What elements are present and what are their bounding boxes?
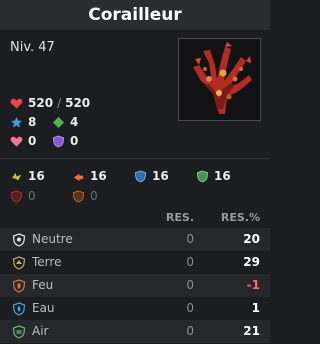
fire-damage-value: 16: [90, 169, 107, 183]
hp-row: 520 / 520: [10, 96, 90, 110]
fire-damage-stat: 16: [72, 169, 134, 183]
water-shield-value: 16: [152, 169, 169, 183]
element-res: 0: [186, 232, 194, 246]
fire-icon: [12, 279, 26, 293]
element-res: 0: [186, 324, 194, 338]
element-res-pct: 20: [243, 232, 260, 246]
resistance-mods-row-1: 16 16 16 16: [10, 166, 260, 186]
title-bar: Corailleur: [0, 0, 270, 30]
water-shield-icon: [134, 170, 147, 182]
purple-shield-icon: [52, 135, 65, 147]
air-shield-value: 16: [214, 169, 231, 183]
monster-portrait: [178, 38, 261, 121]
mp-stat: 4: [52, 115, 94, 129]
shield-purple-stat: 0: [52, 134, 94, 148]
air-shield-stat: 16: [196, 169, 258, 183]
table-row: Feu 0 -1: [0, 274, 270, 297]
element-name: Terre: [32, 255, 62, 269]
earth-damage-stat: 16: [10, 169, 72, 183]
neutral-shield-icon: [10, 190, 23, 202]
neutral-icon: [12, 233, 26, 247]
fire-damage-icon: [73, 173, 84, 181]
fire-shield-icon: [72, 190, 85, 202]
ap-mp-row: 8 4: [10, 115, 94, 129]
hp-current: 520: [28, 96, 54, 110]
neutral-shield-stat: 0: [10, 189, 72, 203]
table-row: Air 0 21: [0, 320, 270, 343]
column-res-header: RES.: [165, 211, 194, 224]
hp-max: 520: [65, 96, 91, 110]
water-icon: [12, 302, 26, 316]
earth-damage-icon: [11, 172, 22, 180]
ap-stat: 8: [10, 115, 52, 129]
resistance-table-header: RES. RES.%: [0, 206, 270, 228]
neutral-shield-value: 0: [28, 189, 36, 203]
resistance-mods-grid: 16 16 16 16 0 0: [10, 166, 260, 206]
air-shield-icon: [196, 170, 209, 182]
fire-shield-value: 0: [90, 189, 98, 203]
element-res-pct: 29: [243, 255, 260, 269]
monster-level: Niv. 47: [10, 40, 55, 55]
table-row: Terre 0 29: [0, 251, 270, 274]
star-icon: [10, 116, 23, 128]
earth-icon: [12, 256, 26, 270]
ap-value: 8: [28, 115, 37, 129]
element-res: 0: [186, 255, 194, 269]
table-row: Neutre 0 20: [0, 228, 270, 251]
element-res-pct: -1: [246, 278, 260, 292]
pink-heart-icon: [10, 136, 23, 147]
element-res-pct: 1: [251, 301, 260, 315]
mp-value: 4: [70, 115, 79, 129]
monster-name: Corailleur: [88, 5, 182, 25]
element-res-pct: 21: [243, 324, 260, 338]
column-res-pct-header: RES.%: [220, 211, 260, 224]
element-name: Eau: [32, 301, 55, 315]
heart-icon: [10, 98, 23, 109]
section-divider: [0, 158, 270, 159]
fire-shield-stat: 0: [72, 189, 134, 203]
hp-separator: /: [57, 96, 62, 110]
element-res: 0: [186, 278, 194, 292]
element-name: Air: [32, 324, 49, 338]
shield-hp-stat: 0: [10, 134, 52, 148]
element-name: Feu: [32, 278, 54, 292]
water-shield-stat: 16: [134, 169, 196, 183]
air-icon: [12, 325, 26, 339]
coral-monster-portrait-icon: [193, 42, 252, 114]
resistance-table: Neutre 0 20 Terre 0 29 Feu 0 -1 Eau 0 1 …: [0, 228, 270, 343]
earth-damage-value: 16: [28, 169, 45, 183]
resistance-mods-row-2: 0 0: [10, 186, 260, 206]
diamond-icon: [52, 116, 65, 128]
element-name: Neutre: [32, 232, 73, 246]
shield-row: 0 0: [10, 134, 94, 148]
element-res: 0: [186, 301, 194, 315]
shield-hp-value: 0: [28, 134, 37, 148]
table-row: Eau 0 1: [0, 297, 270, 320]
shield-purple-value: 0: [70, 134, 79, 148]
